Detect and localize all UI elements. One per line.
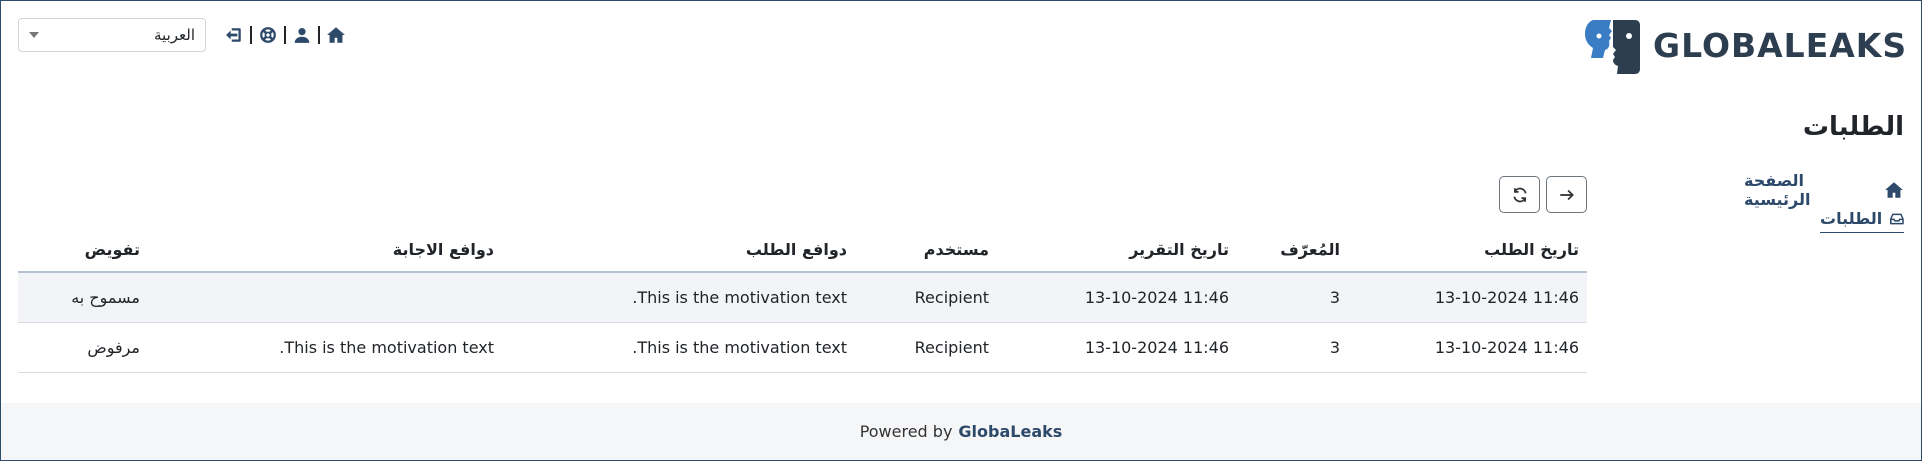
sidebar-item-requests[interactable]: الطلبات (1820, 205, 1904, 233)
home-icon (1885, 182, 1903, 198)
table-cell: Recipient (855, 272, 997, 323)
inbox-icon (1890, 213, 1904, 224)
chevron-down-icon (29, 32, 39, 38)
top-controls: العربية (18, 18, 346, 52)
globaleaks-logo[interactable]: GLOBALEAKS (1583, 16, 1907, 74)
home-icon[interactable] (326, 25, 346, 45)
table-cell: 3 (1237, 272, 1348, 323)
column-header[interactable]: دوافع الطلب (502, 228, 855, 273)
column-header[interactable]: دوافع الاجابة (148, 228, 502, 273)
arrow-right-icon (1559, 189, 1574, 200)
table-cell: 11:46 13-10-2024 (1348, 272, 1587, 323)
logout-icon[interactable] (224, 25, 244, 45)
table-cell (148, 272, 502, 323)
sidebar-item-home[interactable]: الصفحة الرئيسية (1744, 171, 1904, 209)
table-cell: Recipient (855, 322, 997, 373)
footer-prefix: Powered by (859, 422, 953, 441)
column-header[interactable]: تاريخ الطلب (1348, 228, 1587, 273)
page-title: الطلبات (1802, 112, 1904, 142)
refresh-button[interactable] (1499, 176, 1540, 213)
column-header[interactable]: مستخدم (855, 228, 997, 273)
table-cell: This is the motivation text. (148, 322, 502, 373)
table-cell: 11:46 13-10-2024 (1348, 322, 1587, 373)
table-cell: 3 (1237, 322, 1348, 373)
divider (284, 26, 286, 44)
table-cell: 11:46 13-10-2024 (997, 322, 1237, 373)
refresh-icon (1512, 187, 1527, 202)
requests-table: تاريخ الطلب المُعرّف تاريخ التقرير مستخد… (18, 228, 1587, 373)
footer: Powered by GlobaLeaks (1, 403, 1921, 460)
table-actions (1499, 176, 1593, 213)
support-icon[interactable] (258, 25, 278, 45)
table-row[interactable]: 11:46 13-10-2024 3 11:46 13-10-2024 Reci… (18, 272, 1587, 323)
logo-mark-icon (1585, 20, 1640, 74)
sidebar-nav: الصفحة الرئيسية الطلبات (1744, 171, 1904, 233)
column-header[interactable]: المُعرّف (1237, 228, 1348, 273)
language-select-value: العربية (154, 26, 195, 44)
sidebar-item-label: الطلبات (1820, 209, 1883, 228)
table-cell: مرفوض (18, 322, 148, 373)
sidebar-item-label: الصفحة الرئيسية (1744, 171, 1811, 209)
table-cell: 11:46 13-10-2024 (997, 272, 1237, 323)
table-cell: This is the motivation text. (502, 272, 855, 323)
footer-brand-link[interactable]: GlobaLeaks (958, 422, 1062, 441)
next-button[interactable] (1546, 176, 1587, 213)
table-cell: This is the motivation text. (502, 322, 855, 373)
table-row[interactable]: 11:46 13-10-2024 3 11:46 13-10-2024 Reci… (18, 322, 1587, 373)
table-header-row: تاريخ الطلب المُعرّف تاريخ التقرير مستخد… (18, 228, 1587, 273)
user-icon[interactable] (292, 25, 312, 45)
logo-wordmark: GLOBALEAKS (1653, 25, 1908, 65)
divider (250, 26, 252, 44)
header-icon-bar (224, 18, 346, 52)
column-header[interactable]: تاريخ التقرير (997, 228, 1237, 273)
language-select[interactable]: العربية (18, 18, 206, 52)
table-cell: مسموح به (18, 272, 148, 323)
divider (318, 26, 320, 44)
column-header[interactable]: تفويض (18, 228, 148, 273)
